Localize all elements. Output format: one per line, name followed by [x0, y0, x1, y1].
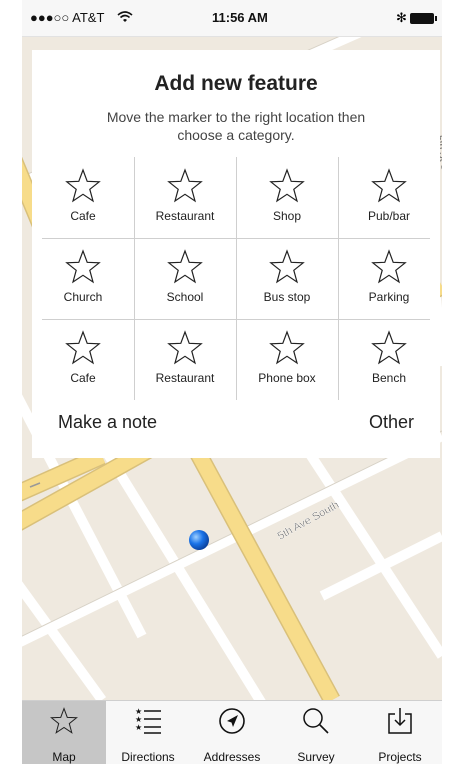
tab-survey[interactable]: Survey: [274, 701, 358, 764]
star-icon: [65, 330, 101, 365]
svg-text:★: ★: [135, 723, 142, 732]
category-label: Pub/bar: [367, 209, 411, 223]
panel-title: Add new feature: [154, 72, 318, 95]
star-icon: [371, 330, 407, 365]
tab-bar: Map ★ ★ ★ Directions Addresses Survey Pr…: [22, 700, 442, 764]
clock: 11:56 AM: [212, 10, 268, 25]
category-button[interactable]: Pub/bar: [338, 157, 440, 238]
category-button[interactable]: Church: [32, 238, 134, 319]
star-icon: [167, 249, 203, 284]
category-button[interactable]: Bench: [338, 319, 440, 400]
tab-directions[interactable]: ★ ★ ★ Directions: [106, 701, 190, 764]
star-icon: [65, 249, 101, 284]
tab-label: Survey: [297, 750, 335, 764]
search-icon: [303, 708, 329, 734]
make-note-button[interactable]: Make a note: [58, 412, 157, 433]
category-button[interactable]: Parking: [338, 238, 440, 319]
compass-icon: [219, 708, 245, 734]
category-label: Restaurant: [155, 371, 215, 385]
category-button[interactable]: Cafe: [32, 319, 134, 400]
category-label: Phone box: [258, 371, 316, 385]
battery-icon: [410, 13, 437, 24]
status-bar: ●●●○○ AT&T 11:56 AM ✻: [22, 0, 442, 37]
tab-label: Map: [52, 750, 76, 764]
star-icon: [167, 168, 203, 203]
star-icon: [269, 330, 305, 365]
category-button[interactable]: Shop: [236, 157, 338, 238]
star-icon: [269, 249, 305, 284]
tab-label: Addresses: [203, 750, 261, 764]
star-icon: [50, 707, 78, 734]
other-button[interactable]: Other: [369, 412, 414, 433]
tab-label: Directions: [121, 750, 175, 764]
category-label: Church: [63, 290, 103, 304]
category-label: Cafe: [70, 209, 96, 223]
category-button[interactable]: Phone box: [236, 319, 338, 400]
wifi-icon: [117, 11, 133, 22]
bluetooth-icon: ✻: [396, 10, 407, 25]
category-label: Restaurant: [155, 209, 215, 223]
category-button[interactable]: School: [134, 238, 236, 319]
list-icon: ★★★: [135, 707, 161, 734]
star-icon: [167, 330, 203, 365]
star-icon: [269, 168, 305, 203]
category-label: Bus stop: [263, 290, 311, 304]
category-button[interactable]: Restaurant: [134, 157, 236, 238]
category-label: Shop: [272, 209, 302, 223]
location-marker[interactable]: [189, 530, 209, 550]
star-icon: [65, 168, 101, 203]
download-icon: [388, 708, 412, 734]
add-feature-panel: Add new feature Move the marker to the r…: [32, 50, 440, 458]
tab-projects[interactable]: Projects: [358, 701, 442, 764]
phone-screen: 5th Ave South 5th St S ●●●○○ AT&T 11:56 …: [22, 0, 442, 764]
category-label: Parking: [368, 290, 410, 304]
category-grid: Cafe Restaurant Shop Pub/bar Church School Bus…: [32, 157, 440, 400]
tab-label: Projects: [378, 750, 422, 764]
category-label: Bench: [371, 371, 407, 385]
star-icon: [371, 168, 407, 203]
star-icon: [371, 249, 407, 284]
panel-subtitle: Move the marker to the right location th…: [106, 109, 366, 143]
category-label: School: [166, 290, 204, 304]
category-button[interactable]: Bus stop: [236, 238, 338, 319]
tab-map[interactable]: Map: [22, 701, 106, 764]
category-label: Cafe: [70, 371, 96, 385]
carrier-label: ●●●○○ AT&T: [30, 10, 105, 25]
category-button[interactable]: Restaurant: [134, 319, 236, 400]
category-button[interactable]: Cafe: [32, 157, 134, 238]
tab-addresses[interactable]: Addresses: [190, 701, 274, 764]
